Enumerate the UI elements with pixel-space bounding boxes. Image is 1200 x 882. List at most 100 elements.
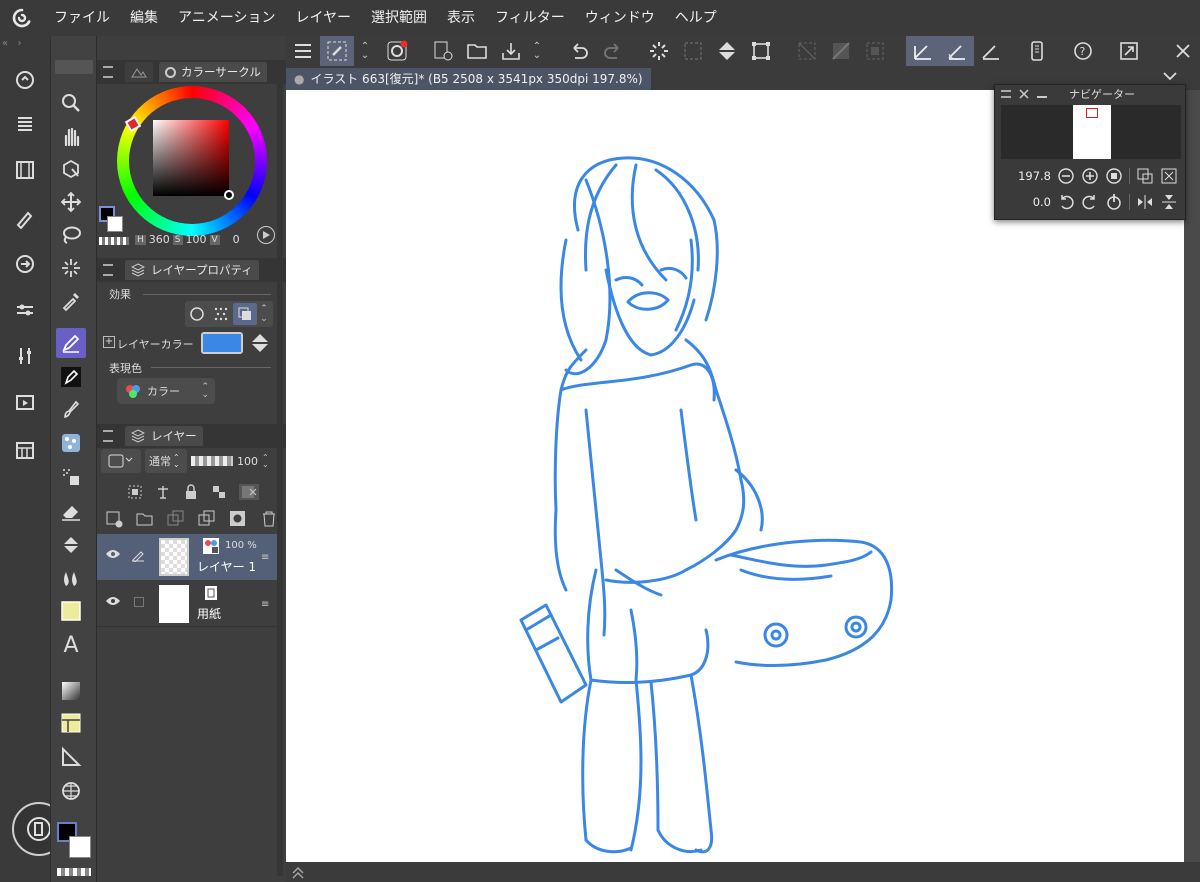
panel-menu-icon[interactable] xyxy=(103,430,113,442)
selection-border-icon[interactable] xyxy=(858,36,892,66)
layer-name[interactable]: 用紙 xyxy=(197,605,221,622)
new-folder-icon[interactable] xyxy=(136,510,154,528)
color-sub-swatch[interactable] xyxy=(107,216,123,232)
collapse-arrows-icon[interactable]: « › xyxy=(2,38,48,50)
clip-layer-icon[interactable] xyxy=(127,484,143,500)
menu-filter[interactable]: フィルター xyxy=(485,0,575,36)
grid-icon[interactable] xyxy=(56,776,86,806)
timeline-icon[interactable] xyxy=(11,388,39,416)
minimize-icon[interactable] xyxy=(1037,96,1047,98)
saturation-value-square[interactable] xyxy=(153,120,229,196)
sub-color-swatch[interactable] xyxy=(69,836,91,858)
edit-target-checkbox[interactable] xyxy=(134,597,144,607)
layer-color-fill-icon[interactable] xyxy=(249,332,271,354)
fill-icon[interactable] xyxy=(710,36,744,66)
layer-row[interactable]: 100 % レイヤー 1 ≡ xyxy=(97,534,277,580)
lock-transparency-icon[interactable] xyxy=(211,484,227,500)
snap-ruler-icon[interactable] xyxy=(906,36,940,66)
adjust-icon[interactable] xyxy=(11,342,39,370)
effect-border-icon[interactable] xyxy=(185,306,209,322)
sv-picker-handle[interactable] xyxy=(224,190,234,200)
tab-color-circle[interactable]: カラーサークル xyxy=(159,62,267,82)
menu-animation[interactable]: アニメーション xyxy=(168,0,285,36)
expression-color-select[interactable]: カラー ⌃ ⌄ xyxy=(117,378,215,404)
sliders-icon[interactable] xyxy=(11,296,39,324)
panel-menu-icon[interactable] xyxy=(103,264,113,276)
reference-layer-icon[interactable] xyxy=(155,484,171,500)
color-history-icon[interactable] xyxy=(380,36,414,66)
ruler-icon[interactable] xyxy=(56,742,86,772)
tab-color-set[interactable] xyxy=(125,62,153,82)
invert-selection-icon[interactable] xyxy=(824,36,858,66)
mask-enable-icon[interactable] xyxy=(239,484,259,500)
chevron-updown-icon[interactable]: ⌃ ⌄ xyxy=(356,36,374,66)
panel-menu-icon[interactable] xyxy=(1001,90,1011,98)
loading-icon[interactable] xyxy=(642,36,676,66)
flip-vertical-icon[interactable] xyxy=(1160,193,1178,211)
close-window-icon[interactable] xyxy=(1166,36,1200,66)
brush-icon[interactable] xyxy=(56,394,86,424)
opacity-value[interactable]: 100 xyxy=(237,455,258,468)
gradient-icon[interactable] xyxy=(56,676,86,706)
app-logo-icon[interactable] xyxy=(0,0,44,36)
sub-tool-icon[interactable] xyxy=(320,36,354,66)
effect-layer-color-icon[interactable] xyxy=(233,303,257,325)
eyedropper-icon[interactable] xyxy=(56,286,86,316)
layer-name[interactable]: レイヤー 1 xyxy=(197,558,256,575)
open-folder-icon[interactable] xyxy=(460,36,494,66)
zoom-value[interactable]: 197.8 xyxy=(1001,169,1051,183)
magic-wand-icon[interactable] xyxy=(56,253,86,283)
undo-icon[interactable] xyxy=(562,36,596,66)
navigator-preview[interactable] xyxy=(1001,105,1181,159)
blend-mode-select[interactable]: 通常 ⌃ ⌄ xyxy=(145,449,187,473)
tool-menu-toggle[interactable] xyxy=(55,60,93,74)
create-mask-icon[interactable] xyxy=(229,510,247,528)
fit-page-icon[interactable] xyxy=(1160,167,1178,185)
airbrush-icon[interactable] xyxy=(56,462,86,492)
hand-icon[interactable] xyxy=(56,121,86,151)
chevron-updown-icon[interactable]: ⌃ ⌄ xyxy=(528,36,546,66)
object-select-icon[interactable] xyxy=(56,154,86,184)
shape-square-icon[interactable] xyxy=(56,596,86,626)
layer-mask-toggle[interactable] xyxy=(101,449,141,473)
redo-icon[interactable] xyxy=(596,36,630,66)
lasso-icon[interactable] xyxy=(56,220,86,250)
effect-tone-icon[interactable] xyxy=(209,306,233,322)
snap-special-ruler-icon[interactable] xyxy=(940,36,974,66)
panel-scrollbar[interactable] xyxy=(277,76,283,876)
pen-edit-icon[interactable] xyxy=(131,548,145,562)
chevron-down-icon[interactable] xyxy=(1162,68,1178,84)
layer-edit-icon[interactable] xyxy=(11,204,39,232)
fill-bucket-icon[interactable] xyxy=(56,530,86,560)
rotate-right-icon[interactable] xyxy=(1081,193,1099,211)
vertical-scrollbar[interactable] xyxy=(1184,90,1200,862)
new-raster-layer-icon[interactable] xyxy=(105,510,123,528)
opacity-slider[interactable] xyxy=(191,456,233,466)
list-icon[interactable] xyxy=(11,110,39,138)
ink-pen-icon[interactable] xyxy=(56,362,86,392)
drag-handle-icon[interactable]: ≡ xyxy=(261,552,269,563)
grid-panel-icon[interactable] xyxy=(11,436,39,464)
zoom-in-icon[interactable] xyxy=(1081,167,1099,185)
film-icon[interactable] xyxy=(11,156,39,184)
layer-color-swatch[interactable] xyxy=(201,332,243,354)
fullscreen-icon[interactable] xyxy=(1112,36,1146,66)
document-tab[interactable]: ● イラスト 663[復元]* (B5 2508 x 3541px 350dpi … xyxy=(286,68,651,90)
merge-down-icon[interactable] xyxy=(198,510,216,528)
transform-icon[interactable] xyxy=(744,36,778,66)
swap-icon[interactable] xyxy=(11,250,39,278)
home-icon[interactable] xyxy=(11,66,39,94)
tab-layer-property[interactable]: レイヤープロパティ xyxy=(125,260,259,280)
navigator-viewport-frame[interactable] xyxy=(1086,108,1098,118)
menu-icon[interactable] xyxy=(286,36,320,66)
menu-window[interactable]: ウィンドウ xyxy=(575,0,665,36)
lock-icon[interactable] xyxy=(183,484,199,500)
chevron-updown-icon[interactable]: ⌃ ⌄ xyxy=(262,454,269,469)
panel-menu-icon[interactable] xyxy=(103,66,113,78)
drag-handle-icon[interactable]: ≡ xyxy=(261,599,269,610)
texture-brush-icon[interactable] xyxy=(56,428,86,458)
move-icon[interactable] xyxy=(56,187,86,217)
transparent-color-swatch[interactable] xyxy=(57,868,91,876)
menu-help[interactable]: ヘルプ xyxy=(665,0,727,36)
save-icon[interactable] xyxy=(494,36,528,66)
